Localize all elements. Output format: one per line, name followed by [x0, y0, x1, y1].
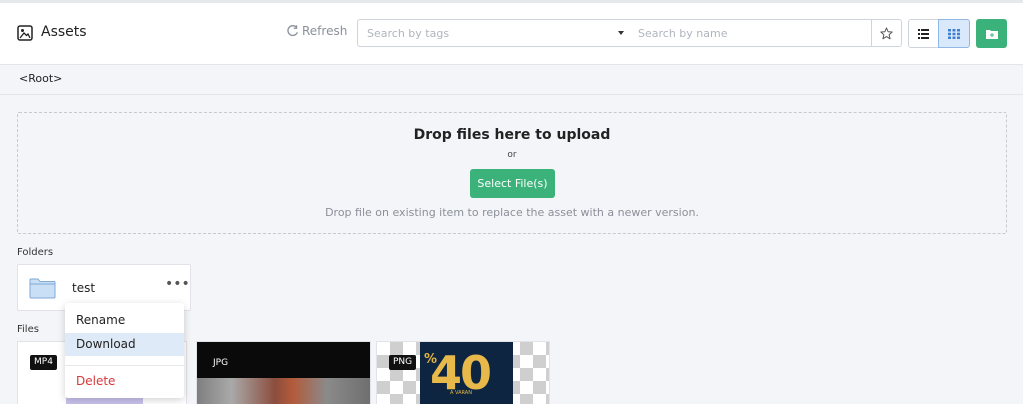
refresh-icon: [287, 24, 298, 36]
folder-name: test: [72, 281, 96, 295]
upload-dropzone[interactable]: Drop files here to upload or Select File…: [17, 112, 1007, 234]
folder-icon: [29, 278, 56, 299]
tags-search-input[interactable]: [358, 20, 598, 46]
name-search-input[interactable]: [629, 20, 869, 46]
list-view-icon: [918, 28, 929, 39]
files-heading: Files: [17, 324, 39, 335]
refresh-button[interactable]: Refresh: [286, 24, 347, 38]
name-search-field[interactable]: [629, 19, 872, 47]
thumbnail-sub-text: A VARAN: [450, 390, 472, 396]
dropzone-title: Drop files here to upload: [413, 127, 611, 143]
select-files-button[interactable]: Select File(s): [470, 169, 555, 198]
menu-separator: [65, 365, 184, 366]
grid-view-icon: [948, 28, 960, 39]
header-bar: Assets Refresh: [0, 3, 1023, 65]
menu-item-download[interactable]: Download: [65, 333, 184, 356]
page-title: Assets: [41, 24, 87, 40]
new-folder-icon: [985, 29, 998, 39]
dropzone-hint: Drop file on existing item to replace th…: [325, 206, 699, 219]
favorite-filter-button[interactable]: [871, 19, 902, 47]
file-item-png[interactable]: % 40 A VARAN PNG: [376, 341, 550, 404]
menu-item-rename[interactable]: Rename: [65, 309, 184, 332]
more-icon[interactable]: •••: [165, 276, 190, 292]
menu-item-delete[interactable]: Delete: [65, 370, 184, 393]
new-folder-button[interactable]: [976, 19, 1007, 48]
dropzone-or: or: [507, 150, 517, 160]
tags-search-dropdown[interactable]: [357, 19, 630, 47]
folder-context-menu: Rename Download Delete: [65, 303, 184, 398]
breadcrumb[interactable]: <Root>: [19, 72, 62, 85]
list-view-button[interactable]: [908, 19, 939, 48]
grid-view-button[interactable]: [938, 19, 970, 48]
star-icon: [880, 26, 893, 39]
file-type-badge: MP4: [30, 355, 57, 370]
assets-icon: [17, 25, 33, 41]
file-thumbnail: [197, 378, 370, 404]
divider: [0, 94, 1023, 95]
folders-heading: Folders: [17, 247, 54, 258]
file-thumbnail: % 40 A VARAN: [420, 342, 513, 404]
file-item-jpg[interactable]: JPG: [196, 341, 371, 404]
file-type-badge: JPG: [213, 358, 229, 368]
refresh-label: Refresh: [302, 24, 348, 38]
file-type-badge: PNG: [389, 355, 417, 370]
caret-down-icon[interactable]: [618, 31, 624, 35]
